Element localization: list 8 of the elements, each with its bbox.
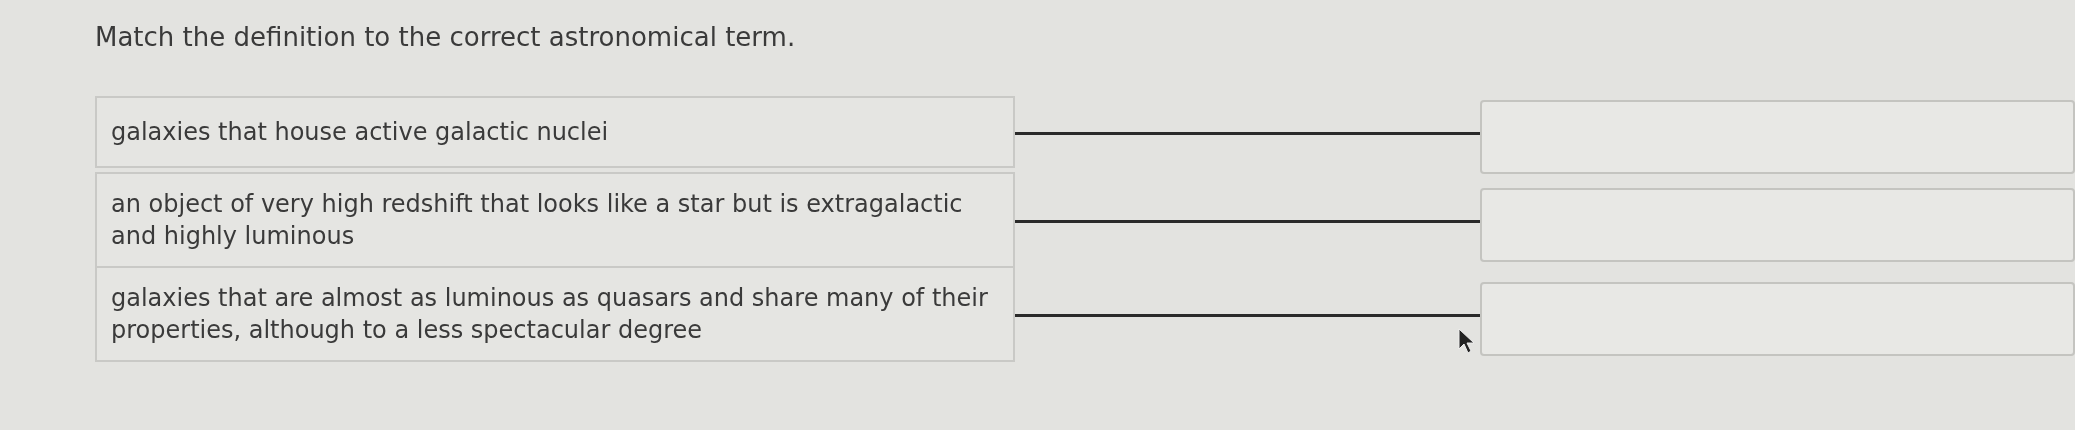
definition-box[interactable]: galaxies that house active galactic nuclei — [95, 96, 1015, 168]
question-text: Match the definition to the correct astronomical term. — [95, 22, 796, 52]
definition-box[interactable]: an object of very high redshift that looks like a star but is extragalactic and highly luminous — [95, 172, 1015, 268]
answer-drop-box[interactable] — [1480, 188, 2075, 262]
cursor-icon — [1458, 328, 1476, 354]
answer-drop-box[interactable] — [1480, 282, 2075, 356]
definition-box[interactable]: galaxies that are almost as luminous as quasars and share many of their properties, although to a less spectacular degree — [95, 266, 1015, 362]
answer-drop-box[interactable] — [1480, 100, 2075, 174]
